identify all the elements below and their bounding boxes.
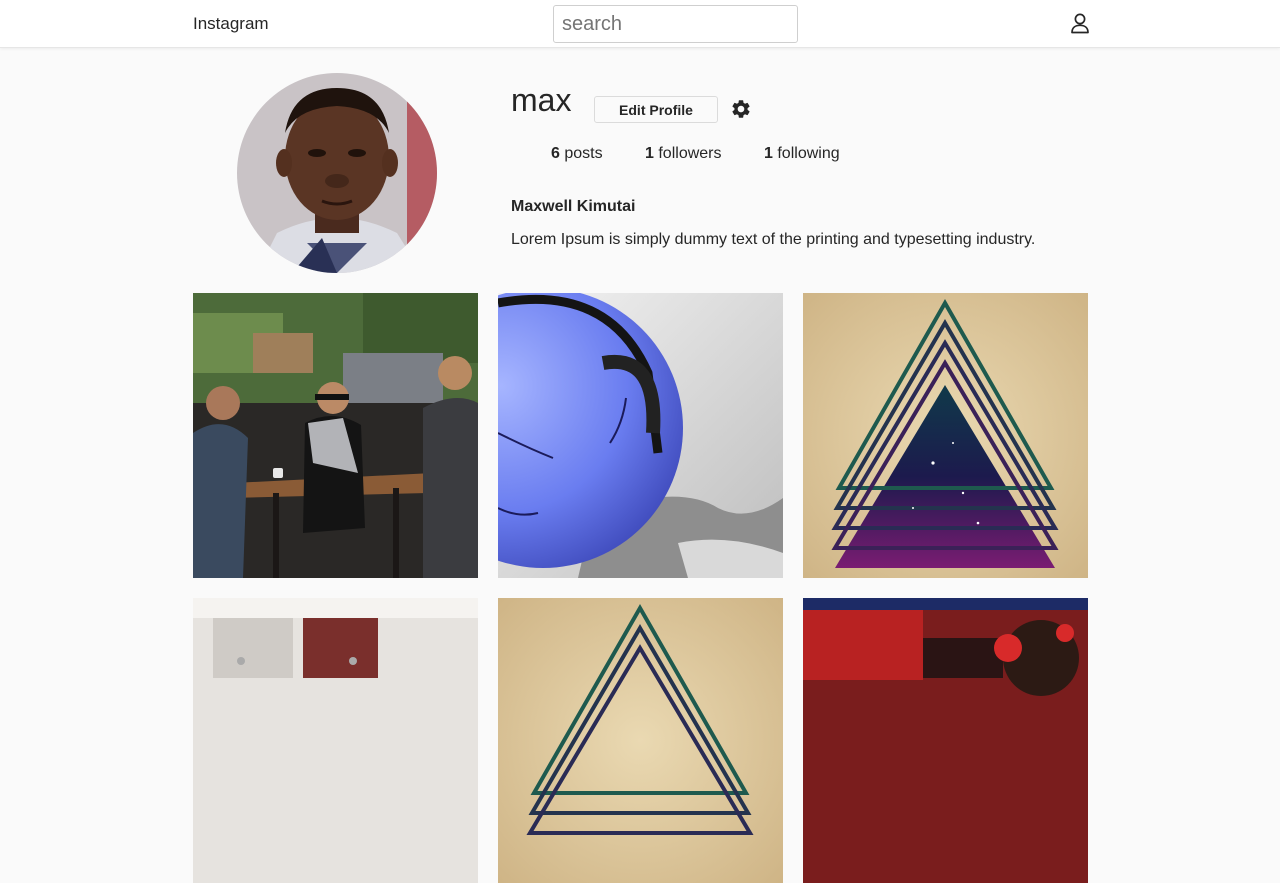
post-thumbnail[interactable] [193,598,478,883]
profile-bio: Lorem Ipsum is simply dummy text of the … [511,231,1036,248]
posts-label: posts [564,145,603,162]
followers-stat[interactable]: 1 followers [645,145,722,163]
post-thumbnail[interactable] [803,293,1088,578]
search-input[interactable] [553,5,798,43]
post-thumbnail[interactable] [498,293,783,578]
post-thumbnail[interactable] [193,293,478,578]
user-outline-icon[interactable] [1069,12,1091,34]
followers-label: followers [658,145,722,162]
following-label: following [777,145,840,162]
following-count: 1 [764,145,773,162]
edit-profile-button[interactable]: Edit Profile [594,96,718,123]
gear-icon[interactable] [730,98,752,120]
post-thumbnail[interactable] [498,598,783,883]
posts-stat[interactable]: 6 posts [551,145,603,163]
post-thumbnail[interactable] [803,598,1088,883]
profile-avatar [237,73,437,273]
following-stat[interactable]: 1 following [764,145,840,163]
profile-username: max [511,82,572,118]
profile-full-name: Maxwell Kimutai [511,198,636,215]
navbar: Instagram [0,0,1280,48]
followers-count: 1 [645,145,654,162]
brand-logo-link[interactable]: Instagram [193,14,269,34]
posts-count: 6 [551,145,560,162]
